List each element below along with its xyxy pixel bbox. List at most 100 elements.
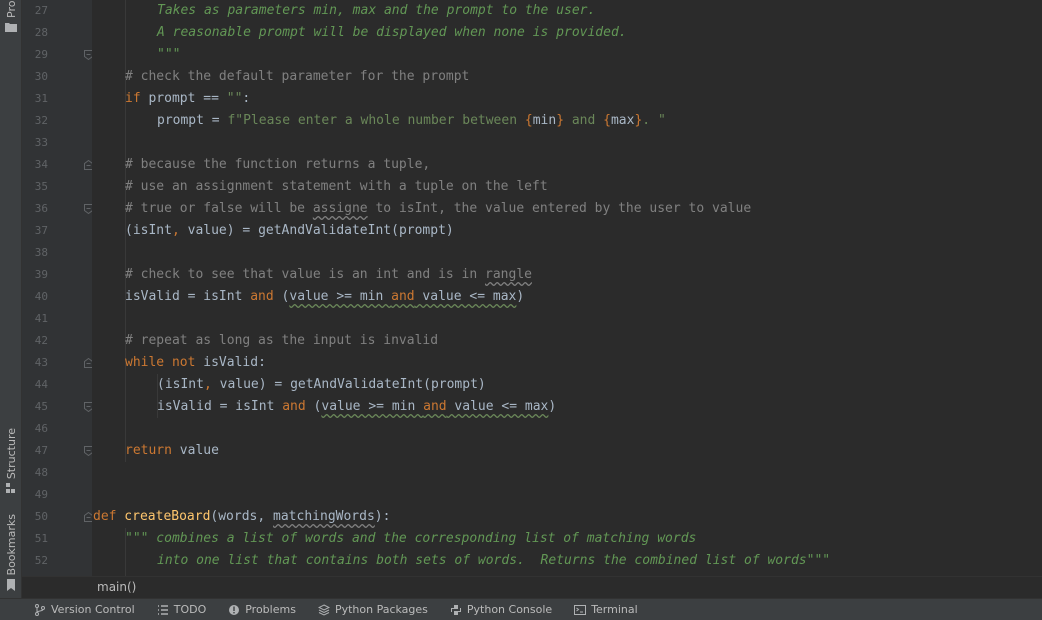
gutter-line: 48	[22, 462, 92, 484]
code-line-44[interactable]: (isInt, value) = getAndValidateInt(promp…	[157, 374, 486, 396]
string-literal: f"Please enter a whole number between	[227, 113, 525, 128]
gutter-line: 32	[22, 110, 92, 132]
bookmarks-tool-tab[interactable]: Bookmarks	[0, 514, 22, 595]
todo-tab[interactable]: TODO	[157, 603, 207, 616]
line-number: 36	[34, 202, 48, 215]
gutter-line: 40	[22, 286, 92, 308]
warning-icon	[229, 604, 240, 615]
line-number: 45	[34, 400, 48, 413]
terminal-icon	[574, 604, 587, 615]
left-tool-strip: Pro Structure Bookmarks	[0, 0, 22, 598]
typo-highlight[interactable]: assigne	[313, 201, 368, 216]
comment-text: # check to see that value is an int and …	[125, 267, 486, 282]
code-line-52[interactable]: into one list that contains both sets of…	[157, 550, 830, 572]
line-number: 42	[34, 334, 48, 347]
string-literal: ""	[226, 91, 243, 106]
line-number: 31	[34, 92, 48, 105]
comment-text: # check the default parameter for the pr…	[125, 69, 470, 84]
code-line-51[interactable]: """ combines a list of words and the cor…	[125, 528, 696, 550]
code-line-31[interactable]: if prompt == "":	[125, 88, 250, 110]
bookmark-icon	[7, 579, 15, 592]
code-line-27[interactable]: Takes as parameters min, max and the pro…	[157, 0, 595, 22]
terminal-tab[interactable]: Terminal	[574, 603, 638, 616]
gutter-line: 30	[22, 66, 92, 88]
fstring-brace: {	[603, 113, 611, 128]
gutter-line: 45	[22, 396, 93, 418]
code-line-36[interactable]: # true or false will be assigne to isInt…	[125, 198, 751, 220]
code-line-28[interactable]: A reasonable prompt will be displayed wh…	[157, 22, 627, 44]
breadcrumb: main()	[22, 576, 1042, 598]
code-line-34[interactable]: # because the function returns a tuple,	[125, 154, 430, 176]
code-text: )	[516, 289, 525, 304]
code-text: isValid:	[195, 355, 266, 370]
line-number: 37	[34, 224, 48, 237]
line-number: 27	[34, 4, 48, 17]
simplify-hint[interactable]: value >= min	[289, 289, 391, 304]
bottom-tool-bar: Version Control TODO Problems Python Pac…	[0, 598, 1042, 620]
fstring-brace: }	[556, 113, 565, 128]
code-line-32[interactable]: prompt = f"Please enter a whole number b…	[157, 110, 666, 132]
code-text: prompt =	[157, 113, 228, 128]
python-packages-tab[interactable]: Python Packages	[317, 603, 428, 616]
tab-label: Python Packages	[334, 603, 428, 616]
code-editor[interactable]: Takes as parameters min, max and the pro…	[92, 0, 1042, 576]
gutter-line: 41	[22, 308, 92, 330]
version-control-tab[interactable]: Version Control	[34, 603, 135, 616]
line-number: 35	[34, 180, 48, 193]
keyword: and	[391, 289, 415, 304]
line-number: 41	[34, 312, 48, 325]
code-text: prompt ==	[140, 91, 227, 106]
python-console-tab[interactable]: Python Console	[450, 603, 552, 616]
keyword: and	[250, 289, 274, 304]
code-line-39[interactable]: # check to see that value is an int and …	[125, 264, 532, 286]
code-line-43[interactable]: while not isValid:	[125, 352, 266, 374]
tab-label: Version Control	[51, 603, 135, 616]
gutter-line: 49	[22, 484, 92, 506]
docstring-text: """ combines a list of words and the cor…	[125, 531, 697, 546]
project-tool-tab[interactable]: Pro	[0, 0, 22, 36]
problems-tab[interactable]: Problems	[228, 603, 296, 616]
typo-highlight[interactable]: rangle	[485, 267, 532, 282]
gutter-line: 39	[22, 264, 92, 286]
code-line-45[interactable]: isValid = isInt and (value >= min and va…	[157, 396, 556, 418]
code-line-47[interactable]: return value	[125, 440, 219, 462]
string-literal: . "	[642, 113, 666, 128]
code-line-50[interactable]: def createBoard(words, matchingWords):	[93, 506, 390, 528]
gutter-line: 44	[22, 374, 92, 396]
code-text: value	[171, 443, 219, 458]
simplify-hint[interactable]: value <= max	[415, 289, 516, 304]
docstring-text: Takes as parameters min, max and the pro…	[157, 3, 596, 18]
code-text: (	[305, 399, 322, 414]
simplify-hint[interactable]: value >= min	[321, 399, 423, 414]
code-text: isValid = isInt	[157, 399, 283, 414]
gutter-line: 52	[22, 550, 92, 572]
breadcrumb-item[interactable]: main()	[97, 580, 136, 594]
code-line-37[interactable]: (isInt, value) = getAndValidateInt(promp…	[125, 220, 454, 242]
line-number: 39	[34, 268, 48, 281]
code-line-35[interactable]: # use an assignment statement with a tup…	[125, 176, 548, 198]
gutter-line: 47	[22, 440, 93, 462]
line-number: 47	[34, 444, 48, 457]
structure-tool-tab[interactable]: Structure	[0, 428, 22, 497]
tab-label: Python Console	[466, 603, 553, 616]
code-line-42[interactable]: # repeat as long as the input is invalid	[125, 330, 438, 352]
keyword: while not	[125, 355, 196, 370]
typo-highlight[interactable]: matchingWords	[273, 509, 375, 524]
tab-label: TODO	[173, 603, 207, 616]
line-number: 34	[34, 158, 48, 171]
branch-icon	[35, 603, 45, 616]
gutter-line: 27	[22, 0, 92, 22]
gutter-line: 38	[22, 242, 92, 264]
comment-text: # because the function returns a tuple,	[125, 157, 431, 172]
simplify-hint[interactable]: value <= max	[447, 399, 548, 414]
code-line-29[interactable]: """	[157, 44, 180, 66]
docstring-text: into one list that contains both sets of…	[157, 553, 831, 568]
code-text: (	[273, 289, 290, 304]
line-number: 50	[34, 510, 48, 523]
gutter-line: 37	[22, 220, 92, 242]
line-number: 46	[34, 422, 48, 435]
code-line-30[interactable]: # check the default parameter for the pr…	[125, 66, 469, 88]
code-text: (words,	[210, 509, 274, 524]
code-line-40[interactable]: isValid = isInt and (value >= min and va…	[125, 286, 524, 308]
code-text: ):	[374, 509, 391, 524]
